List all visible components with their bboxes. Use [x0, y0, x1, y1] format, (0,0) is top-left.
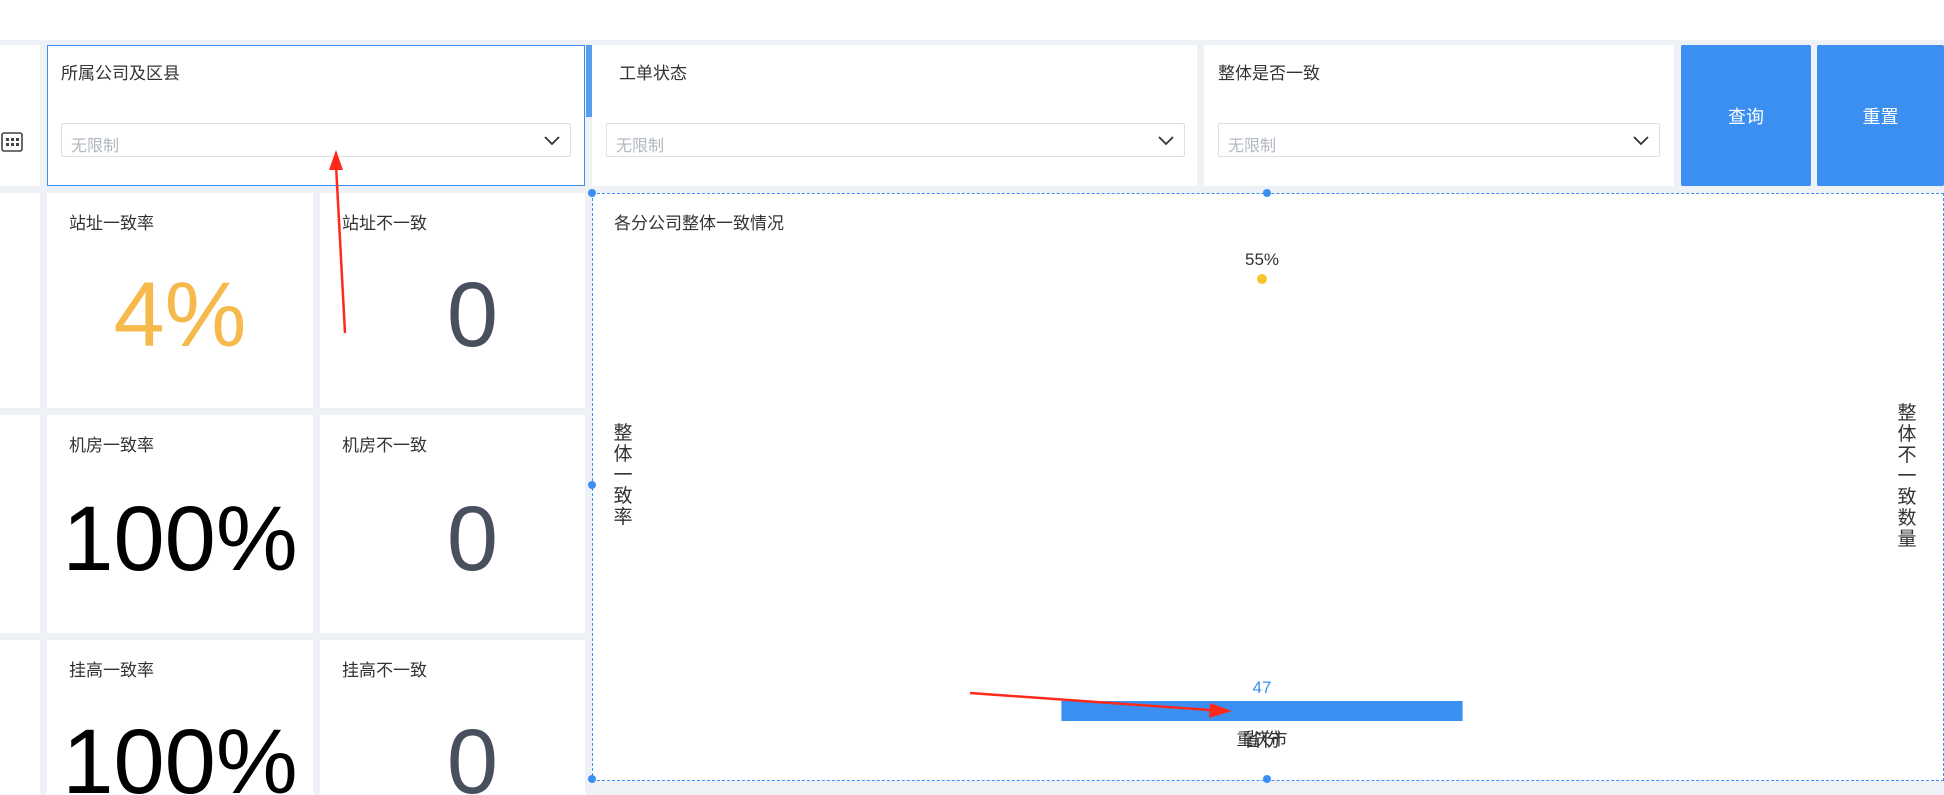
left-partial-card-3	[0, 640, 40, 795]
card-value: 100%	[62, 711, 298, 795]
chart-plot: 47重庆市55%省份	[1061, 250, 1463, 751]
resize-handle[interactable]	[588, 775, 596, 783]
chevron-down-icon	[1158, 136, 1174, 146]
metric-card-room-inconsistent: 机房不一致 0	[320, 415, 585, 633]
left-partial-card-2	[0, 415, 40, 633]
card-title: 机房不一致	[342, 436, 427, 455]
card-value: 100%	[62, 488, 298, 590]
order-status-select[interactable]: 无限制	[606, 123, 1185, 157]
order-status-filter-label: 工单状态	[619, 64, 687, 83]
x-axis-label: 省份	[1243, 729, 1281, 751]
overall-consistent-select[interactable]: 无限制	[1218, 123, 1660, 157]
chevron-down-icon	[544, 136, 560, 146]
metric-card-site-rate: 站址一致率 4%	[47, 193, 313, 408]
company-filter-label: 所属公司及区县	[61, 64, 180, 83]
resize-handle[interactable]	[1263, 189, 1271, 197]
line-point	[1257, 274, 1267, 284]
overall-consistent-filter-panel: 整体是否一致 无限制	[1204, 45, 1674, 186]
top-bar	[0, 0, 1944, 40]
chart-bar	[1061, 701, 1463, 721]
card-title: 挂高不一致	[342, 661, 427, 680]
chevron-down-icon	[1633, 136, 1649, 146]
line-data-label: 55%	[1245, 250, 1279, 269]
date-filter-panel	[0, 45, 40, 186]
company-filter-panel: 所属公司及区县 无限制	[47, 45, 585, 186]
left-partial-card-1	[0, 193, 40, 408]
card-title: 站址不一致	[342, 214, 427, 233]
resize-handle[interactable]	[588, 189, 596, 197]
company-select[interactable]: 无限制	[61, 123, 571, 157]
card-value: 4%	[113, 264, 247, 366]
metric-card-site-inconsistent: 站址不一致 0	[320, 193, 585, 408]
card-title: 机房一致率	[69, 436, 154, 455]
company-select-value: 无限制	[71, 138, 120, 155]
order-status-filter-panel: 工单状态 无限制	[592, 45, 1197, 186]
order-status-select-value: 无限制	[616, 138, 665, 155]
resize-handle[interactable]	[1263, 775, 1271, 783]
query-button[interactable]: 查询	[1681, 45, 1811, 186]
card-title: 站址一致率	[69, 214, 154, 233]
card-title: 挂高一致率	[69, 661, 154, 680]
chart-panel: 各分公司整体一致情况 整体一致率 整体不一致数量 47 重庆市 55% 省份	[592, 193, 1944, 781]
metric-card-height-rate: 挂高一致率 100%	[47, 640, 313, 795]
metric-card-height-inconsistent: 挂高不一致 0	[320, 640, 585, 795]
card-value: 0	[446, 488, 499, 590]
calendar-icon[interactable]	[0, 129, 24, 153]
resize-handle[interactable]	[588, 481, 596, 489]
metric-card-room-rate: 机房一致率 100%	[47, 415, 313, 633]
bar-data-label: 47	[1253, 678, 1272, 697]
overall-consistent-select-value: 无限制	[1228, 138, 1277, 155]
card-value: 0	[446, 711, 499, 795]
overall-consistent-filter-label: 整体是否一致	[1218, 64, 1320, 83]
reset-button[interactable]: 重置	[1817, 45, 1944, 186]
card-value: 0	[446, 264, 499, 366]
